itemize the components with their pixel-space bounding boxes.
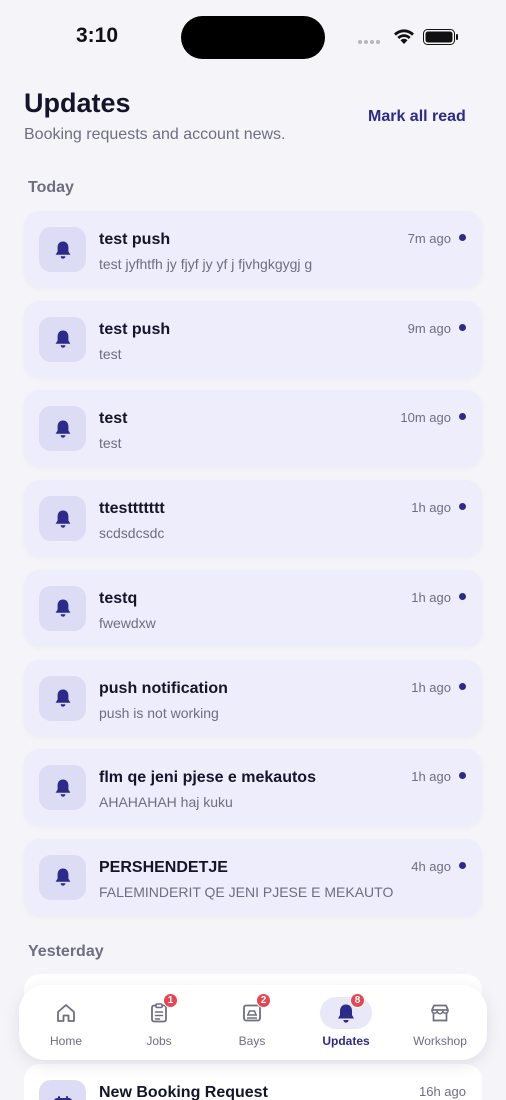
tab-jobs[interactable]: 1 Jobs xyxy=(114,985,204,1060)
notification-card[interactable]: push notification push is not working 1h a… xyxy=(24,659,482,736)
unread-dot xyxy=(459,861,466,869)
unread-dot xyxy=(459,503,466,511)
tab-updates[interactable]: 8 Updates xyxy=(301,985,391,1060)
notification-time: 7m ago xyxy=(407,231,451,246)
bottom-tab-bar: Home 1 Jobs 2 Bays 8 Updates Workshop xyxy=(19,985,487,1060)
notification-title: PERSHENDETJE xyxy=(99,858,228,876)
bell-icon xyxy=(55,241,70,259)
notification-title: push notification xyxy=(99,679,228,697)
notification-body: push is not working xyxy=(99,704,219,721)
tab-label: Bays xyxy=(238,1034,266,1048)
bell-icon xyxy=(55,599,70,617)
tab-label: Jobs xyxy=(146,1034,172,1048)
wifi-icon xyxy=(394,29,414,44)
notification-icon-box xyxy=(39,675,86,721)
notification-icon-box xyxy=(39,765,86,811)
status-bar: 3:10 xyxy=(0,0,506,76)
notification-title: flm qe jeni pjese e mekautos xyxy=(99,769,316,787)
notification-time: 10m ago xyxy=(400,410,451,426)
notification-title: test push xyxy=(99,231,171,248)
notification-card[interactable]: testq fwewdxw 1h ago xyxy=(24,569,482,646)
notification-title: test xyxy=(99,410,128,428)
tab-badge: 2 xyxy=(256,993,271,1008)
tab-bays[interactable]: 2 Bays xyxy=(207,985,297,1060)
notification-card-yesterday-2[interactable]: New Booking Request 16h ago xyxy=(24,1064,482,1100)
bell-icon xyxy=(55,689,70,707)
notification-card[interactable]: test test 10m ago xyxy=(24,390,482,467)
tab-label: Home xyxy=(49,1034,82,1048)
notification-body: fwewdxw xyxy=(99,614,156,631)
unread-dot xyxy=(459,234,466,241)
unread-dot xyxy=(459,413,466,421)
notification-time: 1h ago xyxy=(411,500,451,516)
notification-icon-box xyxy=(39,227,86,272)
section-label-today: Today xyxy=(28,179,74,196)
tab-icon-wrap: 1 xyxy=(133,993,185,1029)
cellular-signal-icon xyxy=(358,40,380,44)
store-icon xyxy=(431,1004,449,1022)
home-icon xyxy=(57,1004,75,1022)
notification-time: 4h ago xyxy=(411,858,451,874)
notification-time: 9m ago xyxy=(407,320,451,336)
unread-dot xyxy=(459,592,466,600)
calendar-icon xyxy=(53,1096,72,1100)
page-title: Updates xyxy=(24,88,131,118)
battery-icon xyxy=(423,29,458,45)
notification-time: 1h ago xyxy=(411,589,451,605)
status-time: 3:10 xyxy=(76,24,119,47)
notification-icon-box xyxy=(39,585,86,631)
notification-time: 1h ago xyxy=(411,679,451,695)
tab-label: Workshop xyxy=(413,1034,467,1048)
unread-dot xyxy=(459,772,466,780)
notification-icon-box xyxy=(39,316,86,362)
notification-icon-box xyxy=(39,496,86,542)
mark-all-read-button[interactable]: Mark all read xyxy=(368,108,466,126)
notification-icon-box xyxy=(39,1080,86,1100)
notification-body: test jyfhtfh jy fjyf jy yf j fjvhgkgygj … xyxy=(99,256,313,272)
notification-time: 16h ago xyxy=(419,1084,466,1099)
section-label-yesterday: Yesterday xyxy=(28,943,104,960)
notification-body: test xyxy=(99,435,122,452)
unread-dot xyxy=(459,682,466,690)
dynamic-island xyxy=(181,16,325,59)
notification-icon-box xyxy=(39,854,86,900)
unread-dot xyxy=(459,323,466,331)
tab-icon-wrap: 2 xyxy=(226,993,278,1029)
bell-icon xyxy=(55,420,70,438)
notification-card[interactable]: flm qe jeni pjese e mekautos AHAHAHAH haj… xyxy=(24,749,482,826)
tab-icon-wrap xyxy=(414,997,466,1029)
notification-time: 1h ago xyxy=(411,769,451,785)
notification-title: ttesttttttt xyxy=(99,500,165,518)
tab-workshop[interactable]: Workshop xyxy=(395,985,485,1060)
page-subtitle: Booking requests and account news. xyxy=(24,126,286,143)
bell-icon xyxy=(55,510,70,528)
notification-title: testq xyxy=(99,589,138,607)
notification-card[interactable]: ttesttttttt scdsdcsdc 1h ago xyxy=(24,480,482,557)
notification-title: test push xyxy=(99,320,171,338)
bell-icon xyxy=(55,779,70,797)
notification-card[interactable]: PERSHENDETJE FALEMINDERIT QE JENI PJESE E… xyxy=(24,838,482,915)
notification-title: New Booking Request xyxy=(99,1084,268,1100)
notification-icon-box xyxy=(39,406,86,452)
notification-card[interactable]: test push test jyfhtfh jy fjyf jy yf j fj… xyxy=(24,211,482,287)
tab-badge: 1 xyxy=(163,993,178,1008)
tab-label: Updates xyxy=(322,1034,370,1048)
tab-badge: 8 xyxy=(350,993,365,1008)
tab-icon-wrap: 8 xyxy=(320,993,372,1029)
bell-icon xyxy=(55,868,70,887)
bell-icon xyxy=(55,330,70,348)
notification-card[interactable]: test push test 9m ago xyxy=(24,300,482,377)
notification-body: AHAHAHAH haj kuku xyxy=(99,794,233,811)
tab-icon-wrap xyxy=(40,997,92,1029)
notification-body: scdsdcsdc xyxy=(99,525,165,542)
notification-body: FALEMINDERIT QE JENI PJESE E MEKAUTO xyxy=(99,883,394,900)
notification-body: test xyxy=(99,345,122,362)
tab-home[interactable]: Home xyxy=(21,985,111,1060)
